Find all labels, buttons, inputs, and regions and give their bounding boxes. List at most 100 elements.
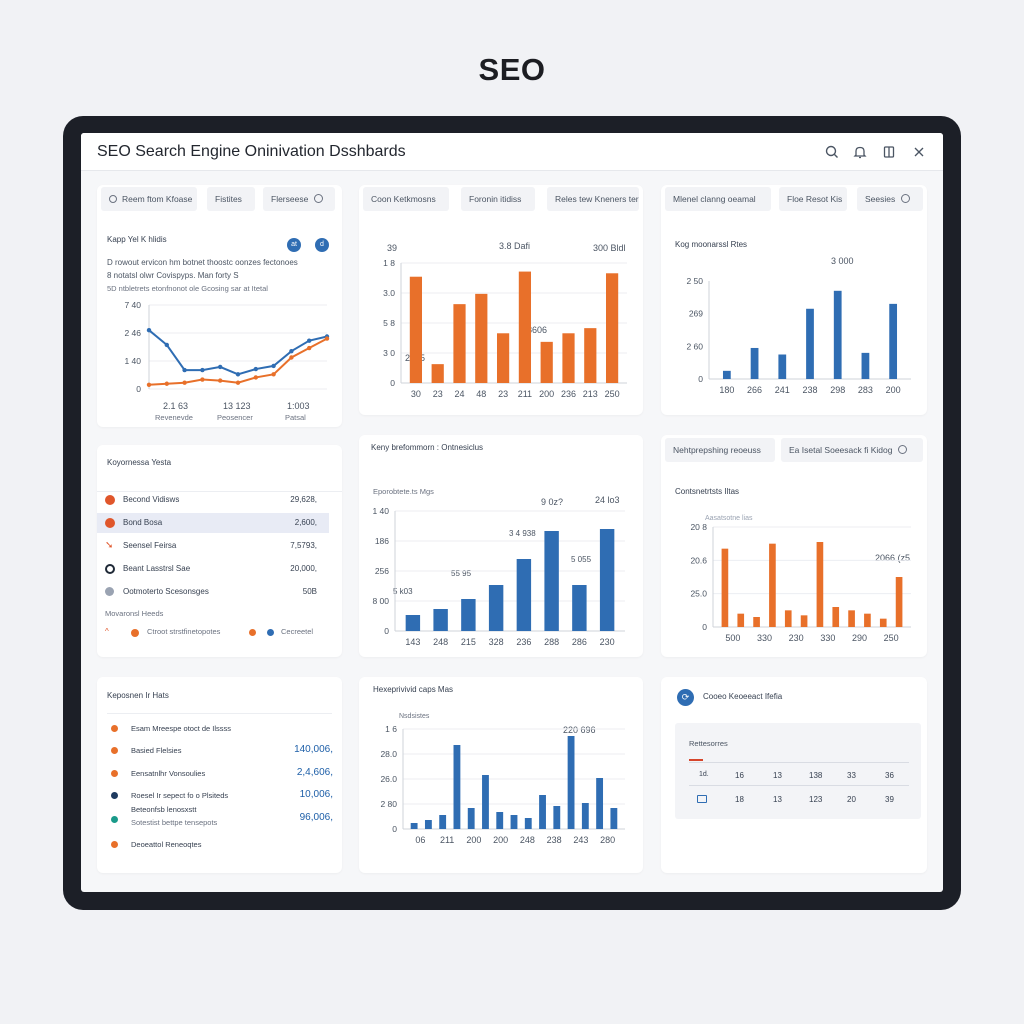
x-tick-label: 280 — [600, 835, 615, 845]
bar — [540, 341, 553, 383]
stat-row[interactable]: ➘ Seensel Feirsa 7,5793, — [97, 536, 329, 556]
bell-icon[interactable] — [851, 143, 869, 161]
divider — [689, 785, 909, 786]
chip-label: Fistites — [215, 194, 242, 204]
chip-label: Floe Resot Kis — [787, 194, 843, 204]
legend-dot — [267, 629, 274, 636]
x-tick-label: 30 — [411, 389, 421, 399]
bar — [861, 352, 870, 379]
y-tick-label: 25.0 — [690, 589, 707, 599]
close-icon[interactable] — [910, 143, 928, 161]
chip-label: Nehtprepshing reoeuss — [673, 445, 761, 455]
performance-bar-panel: Keny brefommorn : Ontnesiclus Eporobtete… — [359, 435, 643, 657]
x-tick-label: 238 — [802, 385, 817, 395]
bar — [722, 370, 731, 379]
bar — [784, 610, 792, 627]
data-point — [235, 372, 241, 377]
stat-row[interactable]: Becond Vidisws 29,628, — [97, 490, 329, 510]
chip-filter-2[interactable]: Floe Resot Kis — [779, 187, 847, 211]
stat-row[interactable]: Beant Lasstrsl Sae 20,000, — [97, 559, 329, 579]
bar — [864, 613, 871, 627]
row-label: Bond Bosa — [123, 518, 163, 527]
x-tick-label: 200 — [886, 385, 901, 395]
bar — [610, 808, 618, 829]
caret-icon: ^ — [105, 627, 109, 636]
chip-filter-3[interactable]: Reles tew Kneners ter — [547, 187, 639, 211]
data-point — [289, 355, 294, 360]
x-tick-label: 24 — [454, 389, 464, 399]
y-tick-label: 2 60 — [686, 341, 703, 351]
chip-filter-2[interactable]: Ea Isetal Soeesack fi Kidog — [781, 438, 923, 462]
x-tick-label: 215 — [461, 637, 476, 647]
data-point — [200, 367, 205, 373]
chip-filter-2[interactable]: Foronin itidiss — [461, 187, 535, 211]
keyword-stats-panel: Koyornessa Yesta Becond Vidisws 29,628, … — [97, 445, 342, 657]
book-icon[interactable] — [880, 143, 898, 161]
table-cell: 13 — [773, 771, 782, 780]
y-tick-label: 0 — [136, 384, 141, 394]
chip-filter-1[interactable]: Mlenel clanng oeamal — [665, 187, 771, 211]
panel-title: Kog moonarssl Rtes — [675, 240, 748, 249]
panel-subtitle: Eporobtete.ts Mgs — [373, 487, 434, 496]
y-tick-label: 3.0 — [383, 288, 395, 298]
chip-filter-2[interactable]: Fistites — [207, 187, 255, 211]
info-badge[interactable]: at — [287, 238, 301, 252]
chip-icon — [109, 194, 117, 203]
data-point — [146, 328, 152, 333]
stat-row[interactable]: Bond Bosa 2,600, — [97, 513, 329, 533]
bar — [518, 271, 532, 383]
x-tick-label: 500 — [725, 633, 740, 643]
table-cell: 36 — [885, 771, 894, 780]
chip-label: Reles tew Kneners ter — [555, 194, 639, 204]
x-tick-label: 200 — [466, 835, 481, 845]
x-tick-label: 248 — [433, 637, 448, 647]
info-badge[interactable]: d — [315, 238, 329, 252]
dashboard-window: SEO Search Engine Oninivation Dsshbards … — [81, 133, 943, 892]
rankings-bar-chart: 2 50 269 2 60 0 180 266 241 238 298 283 200 — [686, 276, 911, 395]
chip-filter-1[interactable]: Nehtprepshing reoeuss — [665, 438, 775, 462]
chip-filter-1[interactable]: Coon Ketkmosns — [363, 187, 449, 211]
bar — [562, 333, 575, 383]
data-point — [271, 372, 276, 377]
report-table: Rettesorres 1d. 16 13 138 33 36 18 13 12… — [675, 723, 921, 819]
bar — [544, 531, 559, 631]
row-label: Beant Lasstrsl Sae — [123, 564, 191, 573]
search-icon[interactable] — [823, 143, 841, 161]
x-tick-label: 230 — [600, 637, 615, 647]
list-dot — [111, 816, 118, 823]
divider — [689, 762, 909, 763]
table-cell: 18 — [735, 795, 744, 804]
row-value: 2,600, — [294, 518, 317, 527]
reports-table-panel: ⟳ Cooeo Keoeeact Ifefia Rettesorres 1d. … — [661, 677, 927, 873]
y-tick-label: 3 0 — [383, 348, 395, 358]
data-point — [253, 375, 258, 380]
chip-label: Mlenel clanng oeamal — [673, 194, 756, 204]
bar — [439, 815, 447, 829]
x-tick-label: 328 — [489, 637, 504, 647]
toggle-icon — [901, 194, 911, 204]
chip-filter-3[interactable]: Seesies — [857, 187, 923, 211]
table-title: Rettesorres — [689, 739, 728, 748]
x-tick-label: 180 — [719, 385, 734, 395]
list-dot — [111, 747, 118, 754]
refresh-icon[interactable]: ⟳ — [677, 689, 694, 706]
y-tick-label: 2 46 — [124, 328, 141, 338]
row-label: Becond Vidisws — [123, 495, 180, 504]
legend-dot — [131, 629, 139, 637]
row-value: 20,000, — [290, 564, 317, 573]
stat-row[interactable]: Ootmoterto Scesonsges 50B — [97, 582, 329, 602]
rankings-bar-panel: Mlenel clanng oeamal Floe Resot Kis Sees… — [661, 185, 927, 415]
list-dot — [111, 792, 118, 799]
data-point — [307, 345, 312, 351]
status-icon — [105, 518, 115, 528]
data-point — [235, 380, 241, 385]
bar — [833, 290, 842, 379]
chip-filter-1[interactable]: Reem ftom Kfoase — [101, 187, 197, 211]
bar — [405, 615, 421, 631]
y-tick-label: 256 — [375, 566, 389, 576]
x-tick-label: 236 — [561, 389, 576, 399]
chip-filter-3[interactable]: Flerseese — [263, 187, 335, 211]
y-tick-label: 1 40 — [124, 356, 141, 366]
chart-annotation: 39 — [387, 243, 398, 253]
chip-label: Flerseese — [271, 194, 309, 204]
